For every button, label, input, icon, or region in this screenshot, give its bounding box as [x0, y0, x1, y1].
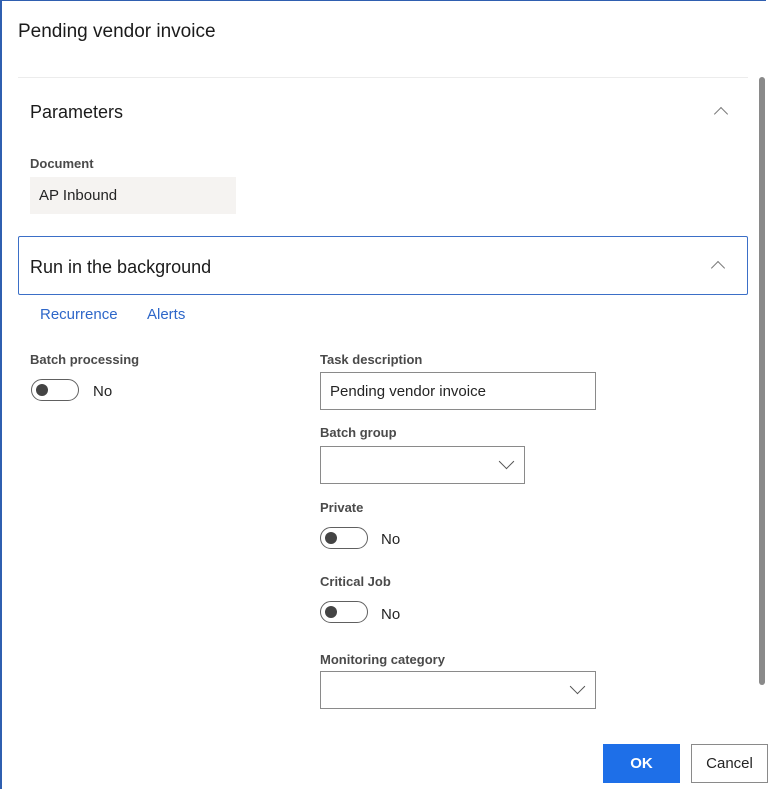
toggle-knob [36, 384, 48, 396]
chevron-down-icon[interactable] [569, 678, 586, 695]
batch-group-label: Batch group [320, 425, 397, 440]
chevron-down-icon[interactable] [498, 453, 515, 470]
batch-processing-toggle[interactable] [31, 379, 79, 401]
document-value: AP Inbound [30, 177, 236, 214]
critical-job-state: No [381, 606, 401, 623]
critical-job-label: Critical Job [320, 574, 391, 589]
parameters-section-title: Parameters [30, 102, 124, 122]
cancel-button[interactable]: Cancel [691, 744, 768, 783]
toggle-knob [325, 532, 337, 544]
vertical-scrollbar[interactable] [759, 77, 765, 685]
private-state: No [381, 531, 401, 548]
run-in-background-section-title: Run in the background [30, 257, 212, 277]
dialog: Pending vendor invoice Parameters Docume… [0, 0, 768, 789]
private-toggle[interactable] [320, 527, 368, 549]
task-description-label: Task description [320, 352, 423, 367]
monitoring-category-select[interactable] [320, 671, 596, 709]
parameters-section-header[interactable]: Parameters [18, 85, 748, 141]
document-label: Document [30, 156, 94, 171]
alerts-link[interactable]: Alerts [147, 306, 185, 323]
batch-processing-label: Batch processing [30, 352, 140, 367]
dialog-title: Pending vendor invoice [18, 21, 216, 42]
task-description-input[interactable] [320, 372, 596, 410]
batch-processing-state: No [93, 383, 113, 400]
recurrence-link[interactable]: Recurrence [40, 306, 118, 323]
chevron-up-icon[interactable] [713, 106, 729, 122]
title-divider [18, 77, 748, 78]
chevron-up-icon[interactable] [710, 260, 726, 276]
private-label: Private [320, 500, 364, 515]
monitoring-category-label: Monitoring category [320, 652, 445, 667]
ok-button[interactable]: OK [603, 744, 680, 783]
critical-job-toggle[interactable] [320, 601, 368, 623]
run-in-background-section-header[interactable]: Run in the background [18, 236, 748, 295]
toggle-knob [325, 606, 337, 618]
batch-group-select[interactable] [320, 446, 525, 484]
